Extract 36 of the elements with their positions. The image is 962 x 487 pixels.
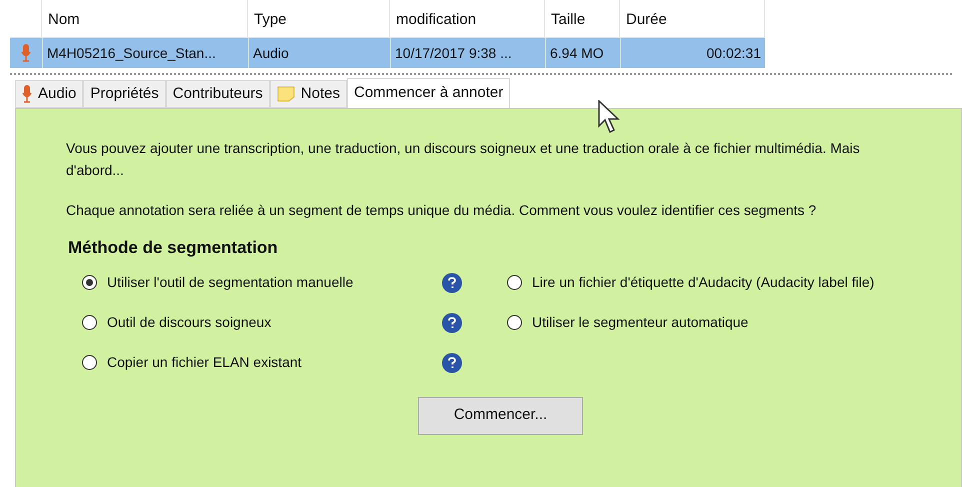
radio-button[interactable] (507, 315, 522, 330)
help-icon[interactable] (442, 272, 462, 292)
radio-button[interactable] (82, 315, 97, 330)
column-header[interactable]: modification (396, 8, 476, 31)
table-cell-text: 10/17/2017 9:38 ... (395, 44, 512, 62)
table-cell-text: 00:02:31 (706, 44, 761, 62)
table-cell-text: 6.94 MO (550, 44, 604, 62)
question-text: Chaque annotation sera reliée à un segment de temps unique du média. Comment vous voulez identifier ces segments ? (66, 201, 818, 220)
column-header[interactable]: Nom (48, 8, 80, 31)
radio-button[interactable] (82, 275, 97, 290)
column-header[interactable]: Taille (551, 8, 586, 31)
option-label: Outil de discours soigneux (107, 313, 272, 332)
tab[interactable]: Contributeurs (166, 80, 270, 108)
column-header[interactable]: Type (254, 8, 287, 31)
tab[interactable]: Propriétés (83, 80, 166, 108)
option-label: Utiliser l'outil de segmentation manuelle (107, 273, 354, 292)
note-icon (276, 86, 295, 102)
help-icon[interactable] (442, 352, 462, 372)
help-icon[interactable] (442, 312, 462, 332)
option-label: Lire un fichier d'étiquette d'Audacity (Audacity label file) (532, 273, 874, 292)
radio-button[interactable] (507, 275, 522, 290)
intro-text: Vous pouvez ajouter une transcription, une traduction, un discours soigneux et une traduction orale à ce fichier multimédia. Mais d'abord... (66, 139, 861, 180)
column-header[interactable]: Durée (626, 8, 667, 31)
option-label: Copier un fichier ELAN existant (107, 353, 302, 372)
tab[interactable]: Commencer à annoter (346, 78, 510, 108)
tab[interactable]: Notes (270, 80, 347, 108)
radio-button[interactable] (82, 355, 97, 370)
microphone-icon (21, 43, 31, 63)
table-cell-text: M4H05216_Source_Stan... (47, 44, 216, 63)
start-button[interactable]: Commencer... (418, 396, 583, 434)
option-label: Utiliser le segmenteur automatique (532, 313, 748, 332)
table-row[interactable]: M4H05216_Source_Stan... Audio 10/17/2017 9:38 ... 6.94 MO 00:02:31 (10, 38, 765, 68)
microphone-icon (22, 84, 32, 104)
section-heading: Méthode de segmentation (68, 237, 279, 259)
tab[interactable]: Audio (15, 80, 84, 108)
table-cell-text: Audio (253, 44, 289, 62)
